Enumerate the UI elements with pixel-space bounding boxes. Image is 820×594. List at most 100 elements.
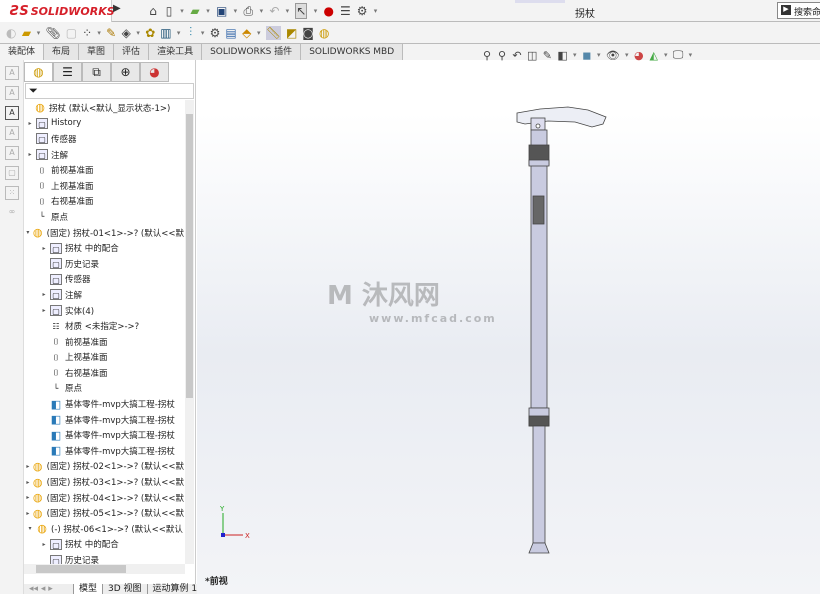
tree-item[interactable]: ▸ ◍ (固定) 拐杖-04<1>->? (默认<<默: [24, 490, 184, 506]
annotation-icon[interactable]: ▢: [5, 166, 19, 180]
tree-item[interactable]: ▾ ◍ (-) 拐杖-06<1>->? (默认<<默认: [24, 521, 184, 537]
tab-sketch[interactable]: 草图: [79, 44, 115, 60]
tree-item[interactable]: ▸ ◍ (固定) 拐杖-03<1>->? (默认<<默: [24, 474, 184, 490]
expand-toggle[interactable]: ▸: [40, 307, 48, 314]
tab-solidworks-addins[interactable]: SOLIDWORKS 插件: [202, 44, 302, 60]
search-commands-input[interactable]: ▶ 搜索命: [777, 2, 820, 19]
tree-item[interactable]: ▢ 传感器: [24, 272, 184, 288]
tree-item[interactable]: ☷ 材质 <未指定>->?: [24, 318, 184, 334]
scrollbar-thumb[interactable]: [186, 114, 193, 398]
expand-toggle[interactable]: ▸: [40, 291, 48, 298]
assembly-features-icon[interactable]: ▥: [160, 26, 171, 40]
graphics-area[interactable]: ⚲ ⚲ ↶ ◫ ✎ ◧ ▾ ◼ ▾ 👁︎ ▾ ◕ ◭ ▾ 🖵︎ ▾ M 沐风网 www.mf…: [197, 48, 820, 594]
snapshot-icon[interactable]: ◙: [302, 26, 314, 40]
expand-toggle[interactable]: ▸: [26, 479, 30, 486]
vertical-scrollbar[interactable]: [185, 100, 194, 564]
tree-item[interactable]: ▸ ▢ 拐杖 中的配合: [24, 240, 184, 256]
expand-toggle[interactable]: ▸: [26, 120, 34, 127]
tree-item[interactable]: ◧ 基体零件-mvp大搞工程-拐杖: [24, 427, 184, 443]
show-hidden-icon[interactable]: ✿: [145, 26, 155, 40]
save-icon[interactable]: ▣: [216, 4, 227, 18]
undo-icon[interactable]: ↶: [269, 4, 279, 18]
horizontal-scrollbar[interactable]: [24, 564, 185, 574]
reference-geometry-icon[interactable]: ⫶: [186, 25, 196, 40]
expand-toggle[interactable]: ▸: [26, 151, 34, 158]
linear-pattern-icon[interactable]: ⁘: [82, 26, 92, 40]
expand-toggle[interactable]: ▸: [26, 463, 30, 470]
insert-components-icon[interactable]: ▰: [21, 26, 31, 40]
component-preview-icon[interactable]: ▢: [66, 26, 77, 40]
expand-toggle[interactable]: ▸: [40, 541, 48, 548]
tree-item[interactable]: ▢ 传感器: [24, 131, 184, 147]
tab-evaluate[interactable]: 评估: [114, 44, 150, 60]
tab-model[interactable]: 模型: [74, 584, 104, 594]
exploded-view-icon[interactable]: ⬘: [242, 26, 252, 40]
tab-solidworks-mbd[interactable]: SOLIDWORKS MBD: [301, 44, 404, 60]
menu-expand-button[interactable]: ▶: [113, 3, 125, 19]
tab-motion-study[interactable]: 运动算例 1: [147, 584, 204, 594]
solidworks-logo[interactable]: ƧS SOLIDWORKS: [0, 0, 115, 22]
tab-render-tools[interactable]: 渲染工具: [149, 44, 203, 60]
mate-icon[interactable]: 📎︎: [45, 26, 60, 40]
tab-layout[interactable]: 布局: [44, 44, 80, 60]
tree-item[interactable]: ⌷ 右视基准面: [24, 194, 184, 210]
tab-3d-views[interactable]: 3D 视图: [103, 584, 148, 594]
tree-item[interactable]: ▢ 历史记录: [24, 256, 184, 272]
open-icon[interactable]: ▰: [190, 4, 200, 18]
print-icon[interactable]: ⎙: [243, 4, 254, 19]
link-icon[interactable]: ∞: [5, 206, 19, 220]
new-motion-study-icon[interactable]: ⚙: [210, 26, 221, 40]
file-properties-icon[interactable]: ☰: [340, 4, 351, 18]
propertymanager-icon[interactable]: ☰: [53, 62, 82, 82]
tab-nav-arrows[interactable]: ◂◂ ◂ ▸: [24, 584, 74, 594]
annotation-icon[interactable]: A: [5, 86, 19, 100]
annotation-icon[interactable]: A: [5, 66, 19, 80]
edit-component-icon[interactable]: ◐: [6, 26, 16, 40]
dimxpert-icon[interactable]: ⊕: [111, 62, 140, 82]
smart-fasteners-icon[interactable]: ✎: [106, 26, 116, 40]
expand-toggle[interactable]: ▸: [26, 494, 30, 501]
annotation-icon[interactable]: ⁙: [5, 186, 19, 200]
tree-item[interactable]: ▾ ◍ (固定) 拐杖-01<1>->? (默认<<默: [24, 225, 184, 241]
large-assembly-icon[interactable]: ◍: [319, 26, 329, 40]
tree-item[interactable]: ◧ 基体零件-mvp大搞工程-拐杖: [24, 443, 184, 459]
select-icon[interactable]: ↖: [295, 3, 308, 19]
tree-item[interactable]: └ 原点: [24, 381, 184, 397]
scrollbar-thumb[interactable]: [36, 565, 126, 573]
options-icon[interactable]: ⚙: [357, 4, 368, 18]
tab-assembly[interactable]: 装配体: [0, 44, 45, 60]
expand-toggle[interactable]: ▸: [40, 245, 48, 252]
annotation-icon[interactable]: A: [5, 126, 19, 140]
tree-item[interactable]: ⌷ 前视基准面: [24, 162, 184, 178]
home-icon[interactable]: ⌂: [148, 4, 158, 18]
instant3d-icon[interactable]: 📏︎: [265, 25, 281, 40]
tree-item[interactable]: ▸ ▢ 实体(4): [24, 303, 184, 319]
tree-item[interactable]: ◧ 基体零件-mvp大搞工程-拐杖: [24, 396, 184, 412]
displaymanager-icon[interactable]: ◕: [140, 62, 169, 82]
tree-item[interactable]: ⌷ 上视基准面: [24, 178, 184, 194]
tree-item[interactable]: ▸ ▢ 注解: [24, 287, 184, 303]
tree-item[interactable]: ⌷ 前视基准面: [24, 334, 184, 350]
featuremanager-icon[interactable]: ◍: [24, 62, 53, 82]
tree-item[interactable]: ▸ ▢ 注解: [24, 147, 184, 163]
annotation-icon[interactable]: A: [5, 146, 19, 160]
bill-of-materials-icon[interactable]: ▤: [225, 26, 236, 40]
tree-item[interactable]: ▸ ◍ (固定) 拐杖-02<1>->? (默认<<默: [24, 459, 184, 475]
configurationmanager-icon[interactable]: ⧉: [82, 62, 111, 82]
tree-item[interactable]: ◧ 基体零件-mvp大搞工程-拐杖: [24, 412, 184, 428]
tree-item[interactable]: ▸ ▢ 拐杖 中的配合: [24, 537, 184, 553]
expand-toggle[interactable]: ▾: [26, 525, 34, 532]
tree-item[interactable]: ▸ ◍ (固定) 拐杖-05<1>->? (默认<<默: [24, 505, 184, 521]
tree-item[interactable]: ◍ 拐杖 (默认<默认_显示状态-1>): [24, 100, 184, 116]
move-component-icon[interactable]: ◈: [121, 26, 131, 40]
expand-toggle[interactable]: ▸: [26, 510, 30, 517]
rebuild-icon[interactable]: ●: [323, 4, 333, 18]
tree-item[interactable]: ⌷ 上视基准面: [24, 350, 184, 366]
tree-item[interactable]: └ 原点: [24, 209, 184, 225]
filter-input[interactable]: ⏷: [25, 83, 194, 99]
tree-item[interactable]: ▸ ▢ History: [24, 116, 184, 132]
annotation-icon[interactable]: A: [5, 106, 19, 120]
tree-item[interactable]: ⌷ 右视基准面: [24, 365, 184, 381]
update-speedpak-icon[interactable]: ◩: [286, 26, 297, 40]
new-icon[interactable]: ▯: [164, 4, 174, 18]
